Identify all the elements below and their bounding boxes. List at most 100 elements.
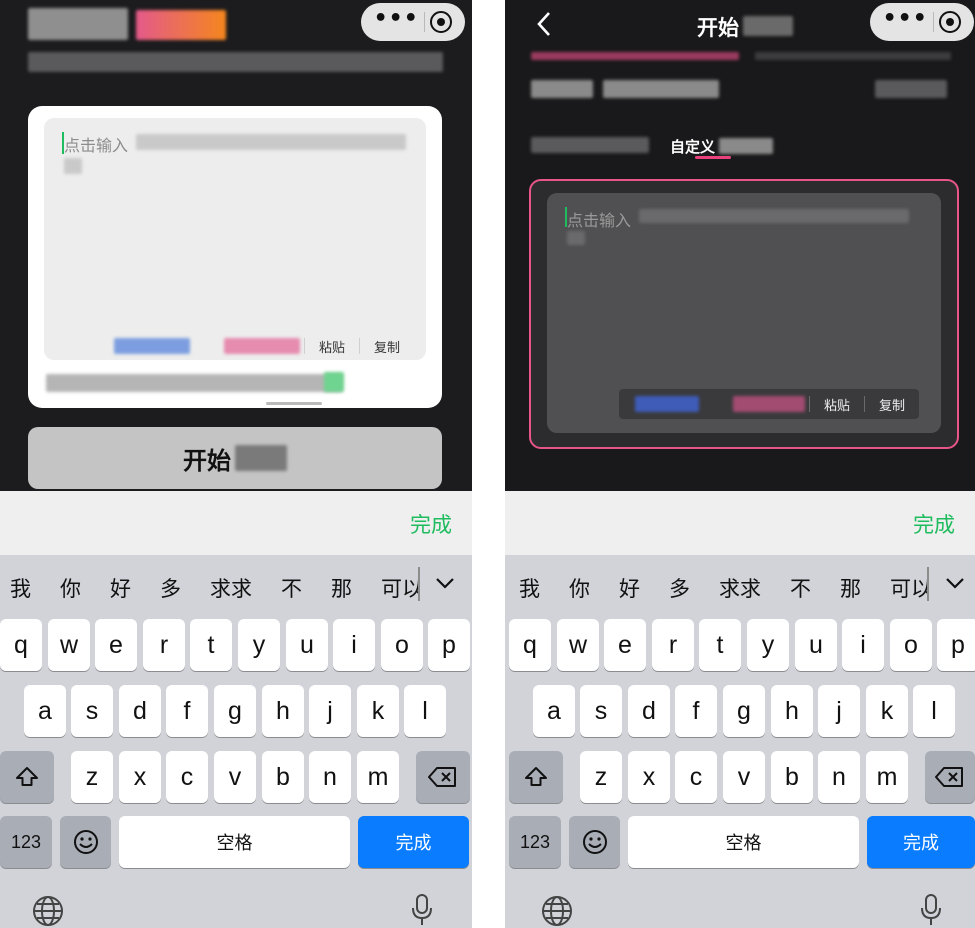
- target-close-icon[interactable]: [430, 11, 453, 33]
- key[interactable]: d: [119, 685, 161, 737]
- return-key[interactable]: 完成: [867, 816, 975, 868]
- key[interactable]: a: [533, 685, 575, 737]
- key[interactable]: g: [214, 685, 256, 737]
- key[interactable]: e: [604, 619, 646, 671]
- key[interactable]: q: [509, 619, 551, 671]
- key[interactable]: o: [381, 619, 423, 671]
- key[interactable]: p: [937, 619, 975, 671]
- candidate[interactable]: 你: [60, 573, 81, 603]
- numbers-key[interactable]: 123: [509, 816, 561, 868]
- key[interactable]: x: [628, 751, 670, 803]
- key[interactable]: c: [675, 751, 717, 803]
- key[interactable]: p: [428, 619, 470, 671]
- key[interactable]: s: [71, 685, 113, 737]
- candidate[interactable]: 你: [569, 573, 590, 603]
- candidate[interactable]: 好: [619, 573, 640, 603]
- key[interactable]: b: [771, 751, 813, 803]
- key[interactable]: t: [190, 619, 232, 671]
- key[interactable]: c: [166, 751, 208, 803]
- candidate[interactable]: 多: [669, 573, 690, 603]
- more-dots-icon[interactable]: •••: [374, 8, 419, 30]
- space-key[interactable]: 空格: [628, 816, 859, 868]
- key[interactable]: o: [890, 619, 932, 671]
- key[interactable]: k: [357, 685, 399, 737]
- delete-key[interactable]: [416, 751, 470, 803]
- key[interactable]: j: [309, 685, 351, 737]
- candidate[interactable]: 多: [160, 573, 181, 603]
- candidate[interactable]: 好: [110, 573, 131, 603]
- key[interactable]: u: [286, 619, 328, 671]
- numbers-key[interactable]: 123: [0, 816, 52, 868]
- globe-icon[interactable]: [541, 895, 573, 928]
- copy-button[interactable]: 复制: [360, 337, 414, 356]
- key[interactable]: v: [214, 751, 256, 803]
- key[interactable]: y: [238, 619, 280, 671]
- key[interactable]: z: [71, 751, 113, 803]
- key[interactable]: f: [166, 685, 208, 737]
- microphone-icon[interactable]: [410, 893, 434, 928]
- key[interactable]: b: [262, 751, 304, 803]
- tab-redacted[interactable]: [531, 137, 649, 153]
- key[interactable]: u: [795, 619, 837, 671]
- accessory-done-button[interactable]: 完成: [410, 509, 452, 539]
- toolbar-item-redacted-1[interactable]: [114, 338, 190, 354]
- microphone-icon[interactable]: [919, 893, 943, 928]
- space-key[interactable]: 空格: [119, 816, 350, 868]
- text-input-area[interactable]: 点击输入 粘贴 复制: [44, 118, 426, 360]
- candidate[interactable]: 不: [281, 573, 302, 603]
- key[interactable]: a: [24, 685, 66, 737]
- accessory-done-button[interactable]: 完成: [913, 509, 955, 539]
- globe-icon[interactable]: [32, 895, 64, 928]
- toolbar-item-redacted-2[interactable]: [733, 396, 805, 412]
- key[interactable]: i: [333, 619, 375, 671]
- key[interactable]: x: [119, 751, 161, 803]
- tab-custom[interactable]: 自定义: [670, 136, 715, 157]
- candidate[interactable]: 我: [10, 573, 31, 603]
- chevron-left-icon[interactable]: [535, 10, 553, 45]
- emoji-key[interactable]: [569, 816, 620, 868]
- paste-button[interactable]: 粘贴: [305, 337, 359, 356]
- candidate[interactable]: 求求: [210, 573, 252, 603]
- emoji-key[interactable]: [60, 816, 111, 868]
- key[interactable]: e: [95, 619, 137, 671]
- key[interactable]: w: [557, 619, 599, 671]
- key[interactable]: n: [818, 751, 860, 803]
- return-key[interactable]: 完成: [358, 816, 469, 868]
- key[interactable]: l: [913, 685, 955, 737]
- candidate[interactable]: 求求: [719, 573, 761, 603]
- candidate[interactable]: 可以: [890, 573, 928, 603]
- candidate[interactable]: 那: [331, 573, 352, 603]
- key[interactable]: q: [0, 619, 42, 671]
- key[interactable]: z: [580, 751, 622, 803]
- key[interactable]: s: [580, 685, 622, 737]
- shift-key[interactable]: [509, 751, 563, 803]
- more-dots-icon[interactable]: •••: [883, 8, 928, 30]
- paste-button[interactable]: 粘贴: [810, 395, 864, 414]
- text-input-area[interactable]: 点击输入 粘贴 复制: [547, 193, 941, 433]
- delete-key[interactable]: [925, 751, 975, 803]
- key[interactable]: h: [262, 685, 304, 737]
- key[interactable]: n: [309, 751, 351, 803]
- key[interactable]: k: [866, 685, 908, 737]
- chevron-down-icon[interactable]: [945, 571, 965, 595]
- key[interactable]: i: [842, 619, 884, 671]
- toolbar-item-redacted-2[interactable]: [224, 338, 300, 354]
- candidate[interactable]: 不: [790, 573, 811, 603]
- key[interactable]: d: [628, 685, 670, 737]
- key[interactable]: f: [675, 685, 717, 737]
- key[interactable]: t: [699, 619, 741, 671]
- key[interactable]: m: [357, 751, 399, 803]
- key[interactable]: y: [747, 619, 789, 671]
- copy-button[interactable]: 复制: [865, 395, 919, 414]
- key[interactable]: j: [818, 685, 860, 737]
- key[interactable]: w: [48, 619, 90, 671]
- key[interactable]: v: [723, 751, 765, 803]
- candidate[interactable]: 那: [840, 573, 861, 603]
- shift-key[interactable]: [0, 751, 54, 803]
- chevron-down-icon[interactable]: [435, 571, 455, 595]
- candidate[interactable]: 我: [519, 573, 540, 603]
- key[interactable]: h: [771, 685, 813, 737]
- toolbar-item-redacted-1[interactable]: [635, 396, 699, 412]
- candidate[interactable]: 可以: [381, 573, 419, 603]
- start-button[interactable]: 开始: [28, 427, 442, 489]
